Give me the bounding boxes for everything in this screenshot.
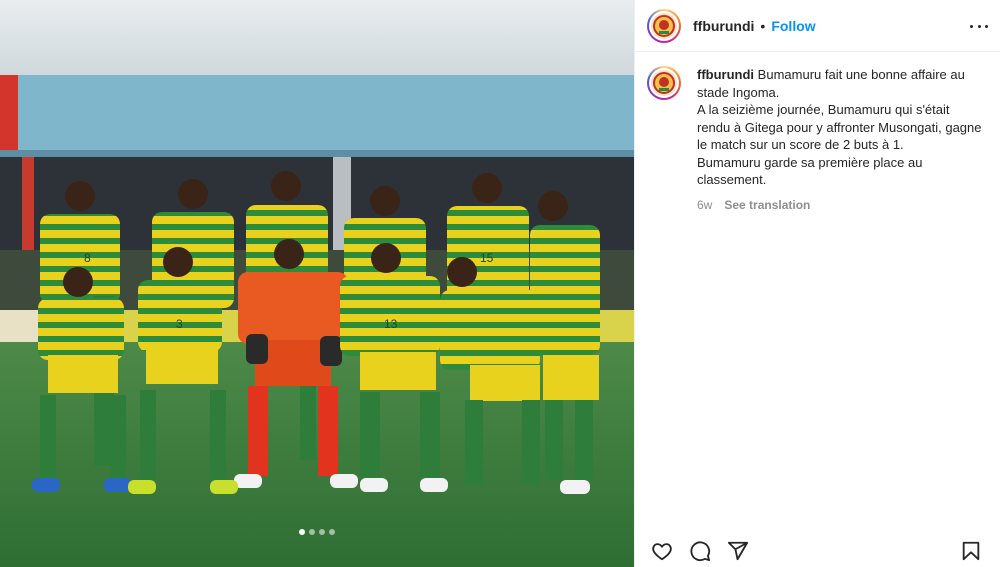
club-crest-icon: [651, 12, 677, 39]
carousel-dot: [299, 529, 305, 535]
carousel-dot: [329, 529, 335, 535]
avatar[interactable]: [647, 66, 681, 100]
post-photo[interactable]: 8 15 3 13: [0, 0, 634, 567]
caption-meta: 6w See translation: [697, 197, 988, 215]
comment-icon[interactable]: [689, 540, 713, 564]
carousel-indicator: [0, 529, 634, 535]
carousel-dot: [309, 529, 315, 535]
more-options-icon[interactable]: [970, 17, 988, 35]
bookmark-icon[interactable]: [960, 540, 984, 564]
post-header: ffburundi • Follow: [635, 0, 1000, 52]
carousel-dot: [319, 529, 325, 535]
caption-line: rendu à Gitega pour y affronter Musongat…: [697, 119, 982, 135]
follow-button[interactable]: Follow: [771, 18, 815, 34]
post-side-panel: ffburundi • Follow ffburundi Bumamuru fa…: [634, 0, 1000, 567]
action-bar: [635, 537, 1000, 567]
caption-body: ffburundi Bumamuru fait une bonne affair…: [697, 66, 988, 214]
caption-line: Bumamuru garde sa première place au: [697, 154, 923, 170]
jersey-number: 13: [384, 317, 398, 331]
caption-line: le match sur un score de 2 buts à 1.: [697, 137, 904, 152]
team-photo: 8 15 3 13: [0, 0, 634, 567]
jersey-number: 8: [84, 251, 91, 265]
caption-line: Bumamuru fait une bonne affaire au: [757, 67, 965, 82]
caption-line: stade Ingoma.: [697, 84, 780, 100]
caption: ffburundi Bumamuru fait une bonne affair…: [635, 52, 1000, 214]
avatar[interactable]: [647, 8, 681, 43]
club-crest-icon: [651, 70, 677, 96]
share-icon[interactable]: [727, 540, 751, 564]
caption-line: A la seizième journée, Bumamuru qui s'ét…: [697, 102, 950, 117]
heart-icon[interactable]: [651, 540, 675, 564]
separator-dot: •: [760, 17, 766, 34]
username-link[interactable]: ffburundi: [693, 18, 754, 34]
caption-username-link[interactable]: ffburundi: [697, 67, 754, 82]
see-translation-button[interactable]: See translation: [724, 197, 810, 215]
jersey-number: 15: [480, 251, 494, 265]
caption-line: classement.: [697, 172, 767, 187]
jersey-number: 3: [176, 317, 183, 331]
post-age[interactable]: 6w: [697, 197, 712, 215]
